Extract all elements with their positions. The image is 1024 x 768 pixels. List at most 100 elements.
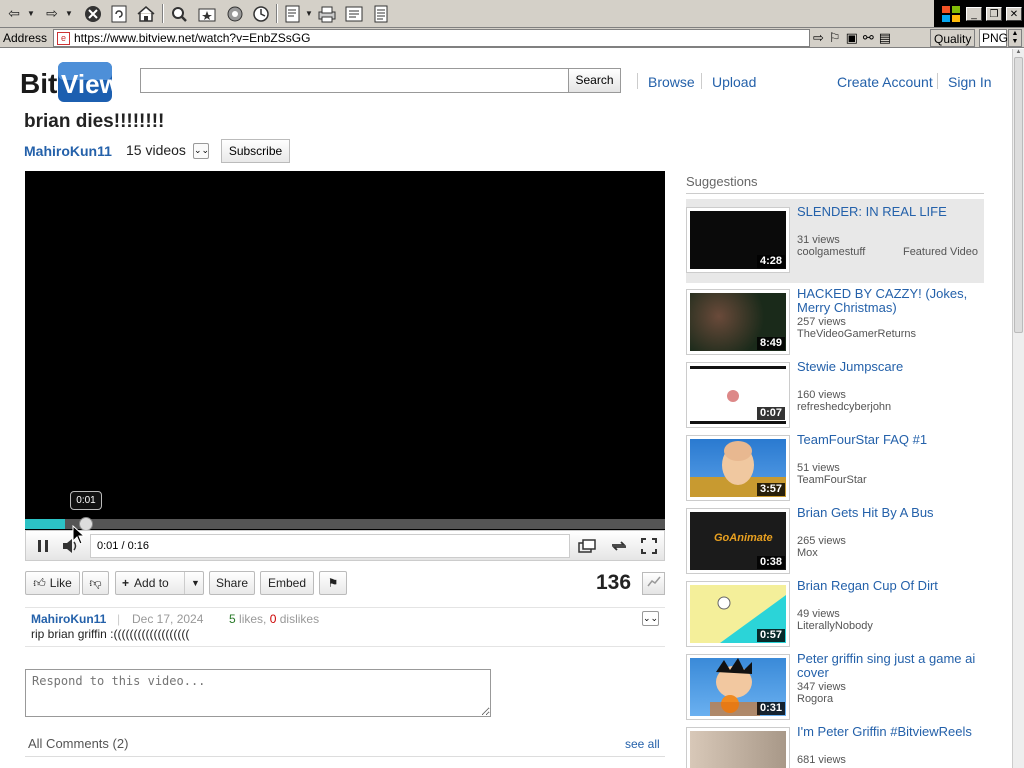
reload-icon[interactable] [108,3,130,24]
suggestion-item[interactable]: 8:49 HACKED BY CAZZY! (Jokes, Merry Chri… [686,281,984,355]
minimize-icon[interactable]: _ [966,6,982,21]
video-thumbnail[interactable]: 0:57 [686,581,790,647]
share-button[interactable]: Share [209,571,255,595]
edit-dropdown-icon[interactable]: ▼ [304,3,314,24]
add-to-button[interactable]: + Add to ▼ [115,571,204,595]
search-icon[interactable] [168,3,190,24]
clipboard-icon[interactable]: ▤ [879,30,891,46]
favorites-icon[interactable] [196,3,218,24]
subscribe-button[interactable]: Subscribe [221,139,290,163]
suggestion-item[interactable]: 3:57 TeamFourStar FAQ #1 51 views TeamFo… [686,427,984,501]
video-thumbnail[interactable]: 8:49 [686,289,790,355]
chevron-down-icon[interactable]: ⌄⌄ [193,143,209,159]
save-icon[interactable]: ▣ [846,30,858,46]
format-spinner-icon[interactable]: ▲ ▼ [1008,29,1022,47]
media-icon[interactable] [224,3,246,24]
back-icon[interactable]: ⇦ [4,3,24,24]
suggestion-title[interactable]: Peter griffin sing just a game ai cover [797,652,982,680]
flag-button[interactable]: ⚑ [319,571,347,595]
seek-bar[interactable] [25,517,665,531]
video-thumbnail[interactable] [686,727,790,768]
suggestion-item[interactable]: 0:57 Brian Regan Cup Of Dirt 49 views Li… [686,573,984,647]
description-author[interactable]: MahiroKun11 [31,612,106,626]
page-scrollbar[interactable]: ▲ [1012,49,1024,768]
binoculars-icon[interactable]: ⚯ [863,30,874,46]
history-icon[interactable] [250,3,272,24]
back-dropdown-icon[interactable]: ▼ [26,3,36,24]
suggestion-item[interactable]: 4:28 SLENDER: IN REAL LIFE 31 views cool… [686,199,984,283]
search-input[interactable] [140,68,570,93]
channel-video-count: 15 videos [126,142,186,158]
address-label: Address [3,31,48,45]
discuss-icon[interactable] [343,3,365,24]
suggestion-item[interactable]: GoAnimate 0:38 Brian Gets Hit By A Bus 2… [686,500,984,574]
sign-in-link[interactable]: Sign In [948,74,992,90]
scrollbar-thumb[interactable] [1014,57,1023,333]
format-select[interactable]: PNG [979,29,1008,47]
suggestion-user[interactable]: Mox [797,547,818,559]
thumbnail-text: GoAnimate [714,532,773,544]
likes-count: 5 [229,612,236,626]
url-input[interactable]: e https://www.bitview.net/watch?v=EnbZSs… [53,29,810,47]
dislike-button[interactable]: 👎︎ [82,571,109,595]
stats-button[interactable] [642,572,665,595]
comment-input[interactable] [25,669,491,717]
print-icon[interactable] [316,3,338,24]
create-account-link[interactable]: Create Account [837,74,933,90]
suggestion-item[interactable]: 0:31 Peter griffin sing just a game ai c… [686,646,984,720]
forward-icon[interactable]: ⇨ [42,3,62,24]
close-window-icon[interactable]: ✕ [1006,6,1022,21]
dislikes-count: 0 [269,612,277,626]
video-thumbnail[interactable]: 0:31 [686,654,790,720]
suggestion-item[interactable]: 0:07 Stewie Jumpscare 160 views refreshe… [686,354,984,428]
video-thumbnail[interactable]: 4:28 [686,207,790,273]
forward-dropdown-icon[interactable]: ▼ [64,3,74,24]
home-icon[interactable] [134,3,158,24]
loop-icon[interactable] [606,535,632,557]
channel-link[interactable]: MahiroKun11 [24,143,112,159]
upload-link[interactable]: Upload [712,74,756,90]
see-all-link[interactable]: see all [625,737,660,751]
address-tools: ⇨ ⚐ ▣ ⚯ ▤ [813,30,891,46]
suggestion-user[interactable]: LiterallyNobody [797,620,873,632]
pause-icon[interactable] [30,535,56,557]
suggestion-user[interactable]: coolgamestuff [797,246,865,258]
video-thumbnail[interactable]: 3:57 [686,435,790,501]
suggestion-user[interactable]: Rogora [797,693,833,705]
expand-description-icon[interactable]: ⌄⌄ [642,611,659,626]
like-button[interactable]: 👍︎ Like [25,571,80,595]
chart-icon [646,576,661,587]
browse-link[interactable]: Browse [648,74,695,90]
stop-icon[interactable] [82,3,104,24]
suggestion-user[interactable]: TheVideoGamerReturns [797,328,916,340]
popout-icon[interactable] [574,535,600,557]
messenger-icon[interactable] [370,3,392,24]
video-player[interactable] [25,171,665,561]
bookmark-icon[interactable]: ⚐ [829,30,841,46]
suggestion-item[interactable]: I'm Peter Griffin #BitviewReels 681 view… [686,719,984,768]
search-button[interactable]: Search [568,68,621,93]
video-thumbnail[interactable]: 0:07 [686,362,790,428]
suggestion-title[interactable]: Stewie Jumpscare [797,360,982,374]
suggestion-title[interactable]: I'm Peter Griffin #BitviewReels [797,725,982,739]
suggestion-views: 347 views [797,681,846,693]
embed-button[interactable]: Embed [260,571,314,595]
chevron-down-icon: ▼ [184,572,200,594]
edit-page-icon[interactable] [282,3,304,24]
fullscreen-icon[interactable] [636,535,662,557]
featured-label: Featured Video [902,246,978,258]
suggestion-title[interactable]: Brian Regan Cup Of Dirt [797,579,982,593]
suggestion-title[interactable]: Brian Gets Hit By A Bus [797,506,982,520]
scroll-up-icon[interactable]: ▲ [1013,49,1024,57]
go-arrow-icon[interactable]: ⇨ [813,30,824,46]
suggestion-user[interactable]: TeamFourStar [797,474,867,486]
duration-badge: 0:57 [756,629,785,642]
suggestion-title[interactable]: TeamFourStar FAQ #1 [797,433,982,447]
video-thumbnail[interactable]: GoAnimate 0:38 [686,508,790,574]
restore-icon[interactable]: ❐ [986,6,1002,21]
thumbs-up-icon: 👍︎ [33,575,46,590]
suggestion-title[interactable]: HACKED BY CAZZY! (Jokes, Merry Christmas… [797,287,982,315]
bitview-logo[interactable]: Bit View [18,61,114,103]
suggestion-title[interactable]: SLENDER: IN REAL LIFE [797,205,982,219]
suggestion-user[interactable]: refreshedcyberjohn [797,401,891,413]
